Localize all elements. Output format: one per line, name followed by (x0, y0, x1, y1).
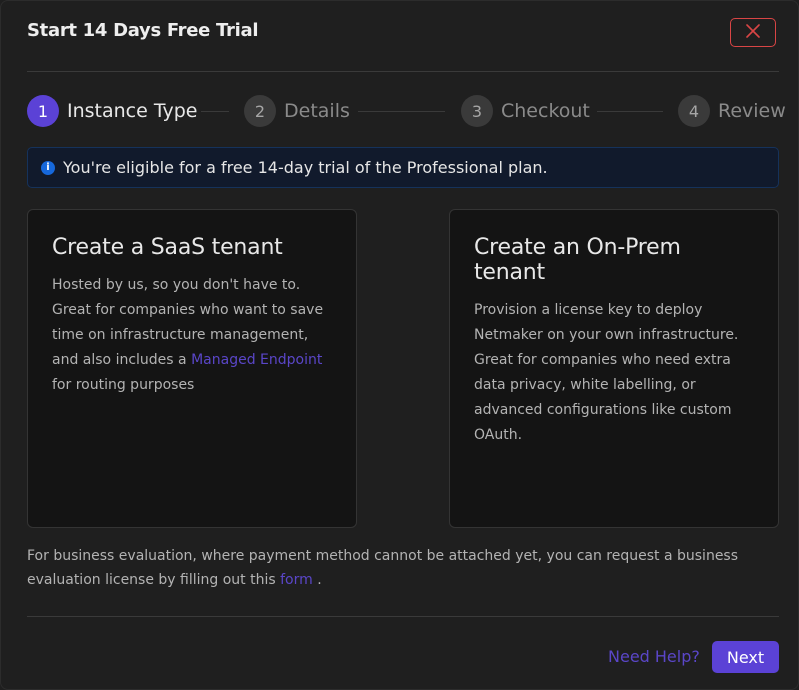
footer-divider (27, 616, 779, 617)
info-icon: i (41, 160, 55, 175)
onprem-tenant-card[interactable]: Create an On-Prem tenant Provision a lic… (449, 209, 779, 528)
card-description: Provision a license key to deploy Netmak… (474, 302, 739, 443)
saas-tenant-card[interactable]: Create a SaaS tenant Hosted by us, so yo… (27, 209, 357, 528)
step-connector (358, 111, 445, 112)
close-button[interactable] (730, 18, 776, 47)
card-title: Create a SaaS tenant (52, 235, 283, 260)
step-number: 1 (27, 95, 59, 127)
form-link[interactable]: form (280, 572, 313, 588)
card-title: Create an On-Prem tenant (474, 235, 681, 285)
close-icon (746, 23, 760, 42)
step-number: 2 (244, 95, 276, 127)
step-label: Checkout (501, 100, 590, 122)
step-label: Details (284, 100, 350, 122)
card-description-text: for routing purposes (52, 377, 195, 393)
business-evaluation-note: For business evaluation, where payment m… (27, 544, 779, 592)
step-checkout: 3 Checkout (461, 94, 590, 128)
card-description: Hosted by us, so you don't have to. Grea… (52, 273, 334, 398)
alert-text: You're eligible for a free 14-day trial … (63, 158, 548, 177)
step-label: Review (718, 100, 786, 122)
stepper: 1 Instance Type 2 Details 3 Checkout 4 R… (27, 94, 786, 128)
trial-eligibility-alert: i You're eligible for a free 14-day tria… (27, 147, 779, 188)
note-text: . (312, 572, 322, 588)
managed-endpoint-link[interactable]: Managed Endpoint (191, 352, 322, 368)
step-label: Instance Type (67, 100, 198, 122)
step-details: 2 Details (244, 94, 350, 128)
step-connector (201, 111, 229, 112)
step-instance-type: 1 Instance Type (27, 94, 198, 128)
note-text: For business evaluation, where payment m… (27, 548, 739, 588)
step-connector (597, 111, 663, 112)
dialog-title: Start 14 Days Free Trial (27, 20, 259, 41)
step-number: 4 (678, 95, 710, 127)
trial-dialog: Start 14 Days Free Trial 1 Instance Type… (0, 0, 799, 690)
next-button[interactable]: Next (712, 641, 779, 673)
need-help-link[interactable]: Need Help? (608, 647, 700, 666)
step-review: 4 Review (678, 94, 786, 128)
dialog-header: Start 14 Days Free Trial (27, 1, 779, 72)
step-number: 3 (461, 95, 493, 127)
